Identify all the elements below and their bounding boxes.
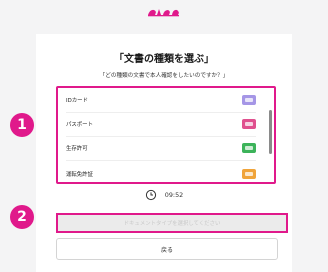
page-subtitle: 「どの種類の文書で本人確認をしたいのですか？」 (99, 73, 229, 79)
select-document-type-button[interactable]: ドキュメントタイプを選択してください (56, 213, 288, 233)
list-item-drivers-license[interactable]: 運転免許証 (66, 166, 256, 182)
timer-value: 09:52 (164, 191, 184, 199)
timer: 09:52 (0, 189, 328, 201)
brand-logo-icon (148, 9, 179, 17)
list-item-label: 運転免許証 (66, 172, 93, 178)
annotation-badge-2: 2 (10, 205, 34, 229)
annotation-badge-1: 1 (10, 113, 34, 137)
divider (66, 160, 256, 161)
back-button[interactable]: 戻る (56, 238, 278, 260)
list-item-passport[interactable]: パスポート (66, 116, 256, 132)
document-type-list[interactable]: IDカード パスポート 生存許可 運転免許証 (56, 86, 276, 184)
drivers-license-icon (242, 169, 256, 179)
page-title: 「文書の種類を選ぶ」 (114, 54, 214, 65)
divider (66, 136, 256, 137)
residence-permit-icon (242, 143, 256, 153)
list-item-label: パスポート (66, 122, 93, 128)
list-item-residence-permit[interactable]: 生存許可 (66, 140, 256, 156)
list-item-id-card[interactable]: IDカード (66, 92, 256, 108)
divider (66, 112, 256, 113)
id-card-icon (242, 95, 256, 105)
clock-icon (145, 189, 156, 201)
list-item-label: IDカード (66, 98, 88, 104)
list-item-label: 生存許可 (66, 146, 88, 152)
passport-icon (242, 119, 256, 129)
list-scrollbar[interactable] (269, 110, 272, 154)
